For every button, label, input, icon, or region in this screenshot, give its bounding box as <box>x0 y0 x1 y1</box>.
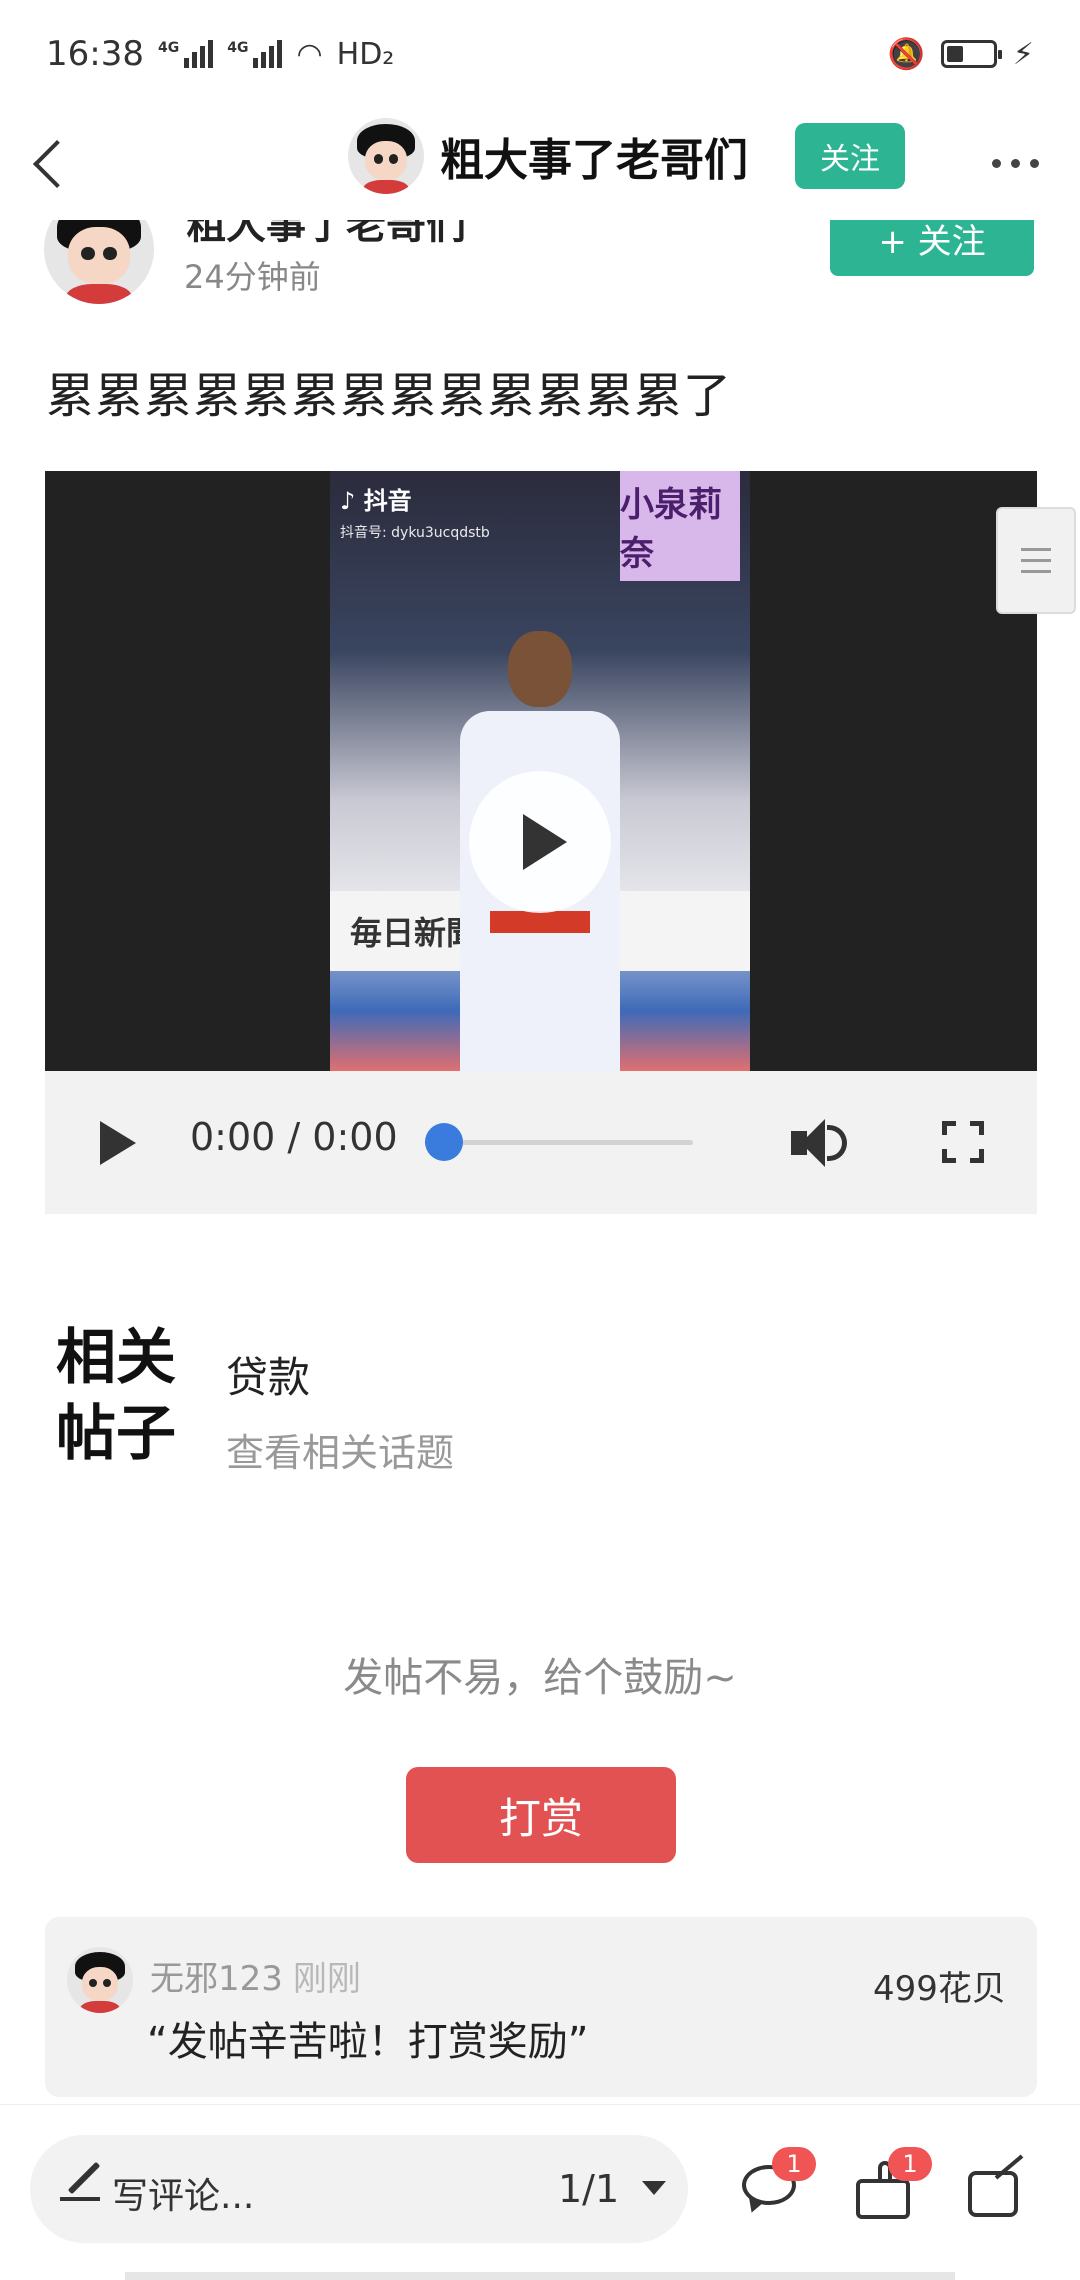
page-indicator[interactable]: 1/1 <box>558 2167 619 2211</box>
tip-amount: 499花贝 <box>873 1969 1006 2009</box>
bottom-bar: 写评论... 1/1 1 1 <box>0 2104 1080 2280</box>
comment-icon[interactable]: 1 <box>740 2147 816 2221</box>
follow-button[interactable]: + 关注 <box>830 220 1034 276</box>
encourage-text: 发帖不易，给个鼓励~ <box>343 1655 737 1701</box>
post-time: 24分钟前 <box>184 258 321 296</box>
back-arrow-icon <box>32 139 82 189</box>
avatar[interactable] <box>348 118 424 194</box>
page-title: 粗大事了老哥们 <box>440 135 748 186</box>
more-options-button[interactable] <box>980 138 1050 188</box>
watermark-app: 抖音 <box>363 487 412 515</box>
tipper-name[interactable]: 无邪123 <box>150 1959 283 1999</box>
author-row: 粗大事了老哥们 24分钟前 + 关注 <box>0 220 1080 330</box>
play-overlay-button[interactable] <box>469 771 611 913</box>
comment-badge: 1 <box>772 2147 816 2181</box>
related-heading: 相关 帖子 <box>56 1320 176 1472</box>
tip-time: 刚刚 <box>292 1959 361 1999</box>
video-banner: 小泉莉奈 <box>620 471 740 581</box>
comment-placeholder: 写评论... <box>112 2176 255 2217</box>
like-icon[interactable]: 1 <box>856 2147 932 2221</box>
fullscreen-icon[interactable] <box>942 1121 984 1163</box>
reward-button[interactable]: 打赏 <box>406 1767 676 1863</box>
pen-base-icon <box>60 2197 100 2201</box>
video-watermark: ♪ 抖音 抖音号: dyku3ucqdstb <box>340 481 490 542</box>
time-display: 0:00 / 0:00 <box>190 1115 398 1159</box>
author-avatar[interactable] <box>44 220 154 304</box>
hd-label: HD₂ <box>336 36 395 72</box>
play-icon <box>523 814 567 870</box>
related-heading-line1: 相关 <box>56 1323 176 1393</box>
tipper-avatar[interactable] <box>67 1947 133 2013</box>
volume-icon[interactable] <box>791 1115 851 1171</box>
back-button[interactable] <box>22 126 92 202</box>
more-dot-icon <box>991 158 1001 168</box>
related-tag[interactable]: 贷款 <box>226 1344 310 1405</box>
like-badge: 1 <box>888 2147 932 2181</box>
signal-icon: 4G <box>157 40 214 68</box>
video-player[interactable]: 小泉莉奈 毎日新聞 ♪ 抖音 抖音号: dyku3ucqdstb <box>45 471 1037 1071</box>
charging-icon: ⚡ <box>1012 36 1034 72</box>
related-heading-line2: 帖子 <box>56 1399 176 1469</box>
top-nav: 粗大事了老哥们 关注 <box>0 108 1080 220</box>
author-name[interactable]: 粗大事了老哥们 <box>186 220 466 250</box>
header-follow-button[interactable]: 关注 <box>795 123 905 189</box>
drag-handle[interactable] <box>996 507 1076 614</box>
gesture-bar <box>125 2272 955 2280</box>
watermark-id: 抖音号: dyku3ucqdstb <box>340 525 490 541</box>
tiktok-icon: ♪ <box>340 487 356 515</box>
mute-icon: 🔕 <box>887 36 925 72</box>
tip-message: “发帖辛苦啦！打赏奖励” <box>147 2019 589 2065</box>
wifi-icon: ◠ <box>296 36 323 72</box>
video-controls: 0:00 / 0:00 <box>45 1071 1037 1214</box>
play-button[interactable] <box>100 1121 136 1165</box>
chevron-down-icon[interactable] <box>642 2181 666 2195</box>
progress-track[interactable] <box>443 1140 693 1145</box>
battery-icon <box>940 40 1002 68</box>
post-text: 累累累累累累累累累累累累累了 <box>46 368 733 424</box>
tipper-info: 无邪123 刚刚 <box>150 1951 361 2000</box>
network-type-label: 4G <box>157 40 180 56</box>
network-type-label-2: 4G <box>227 40 249 56</box>
status-bar: 16:38 4G 4G ◠ HD₂ 🔕 ⚡ <box>0 0 1080 108</box>
pen-icon <box>67 2161 101 2195</box>
status-time: 16:38 <box>46 34 144 74</box>
share-icon[interactable] <box>968 2154 1028 2221</box>
progress-knob[interactable] <box>425 1123 463 1161</box>
comment-input[interactable]: 写评论... 1/1 <box>30 2135 688 2243</box>
signal-icon-2: 4G <box>227 40 283 68</box>
tip-record: 无邪123 刚刚 “发帖辛苦啦！打赏奖励” 499花贝 <box>45 1917 1037 2097</box>
nav-author[interactable]: 粗大事了老哥们 <box>348 118 748 194</box>
related-topics-link[interactable]: 查看相关话题 <box>226 1422 454 1477</box>
